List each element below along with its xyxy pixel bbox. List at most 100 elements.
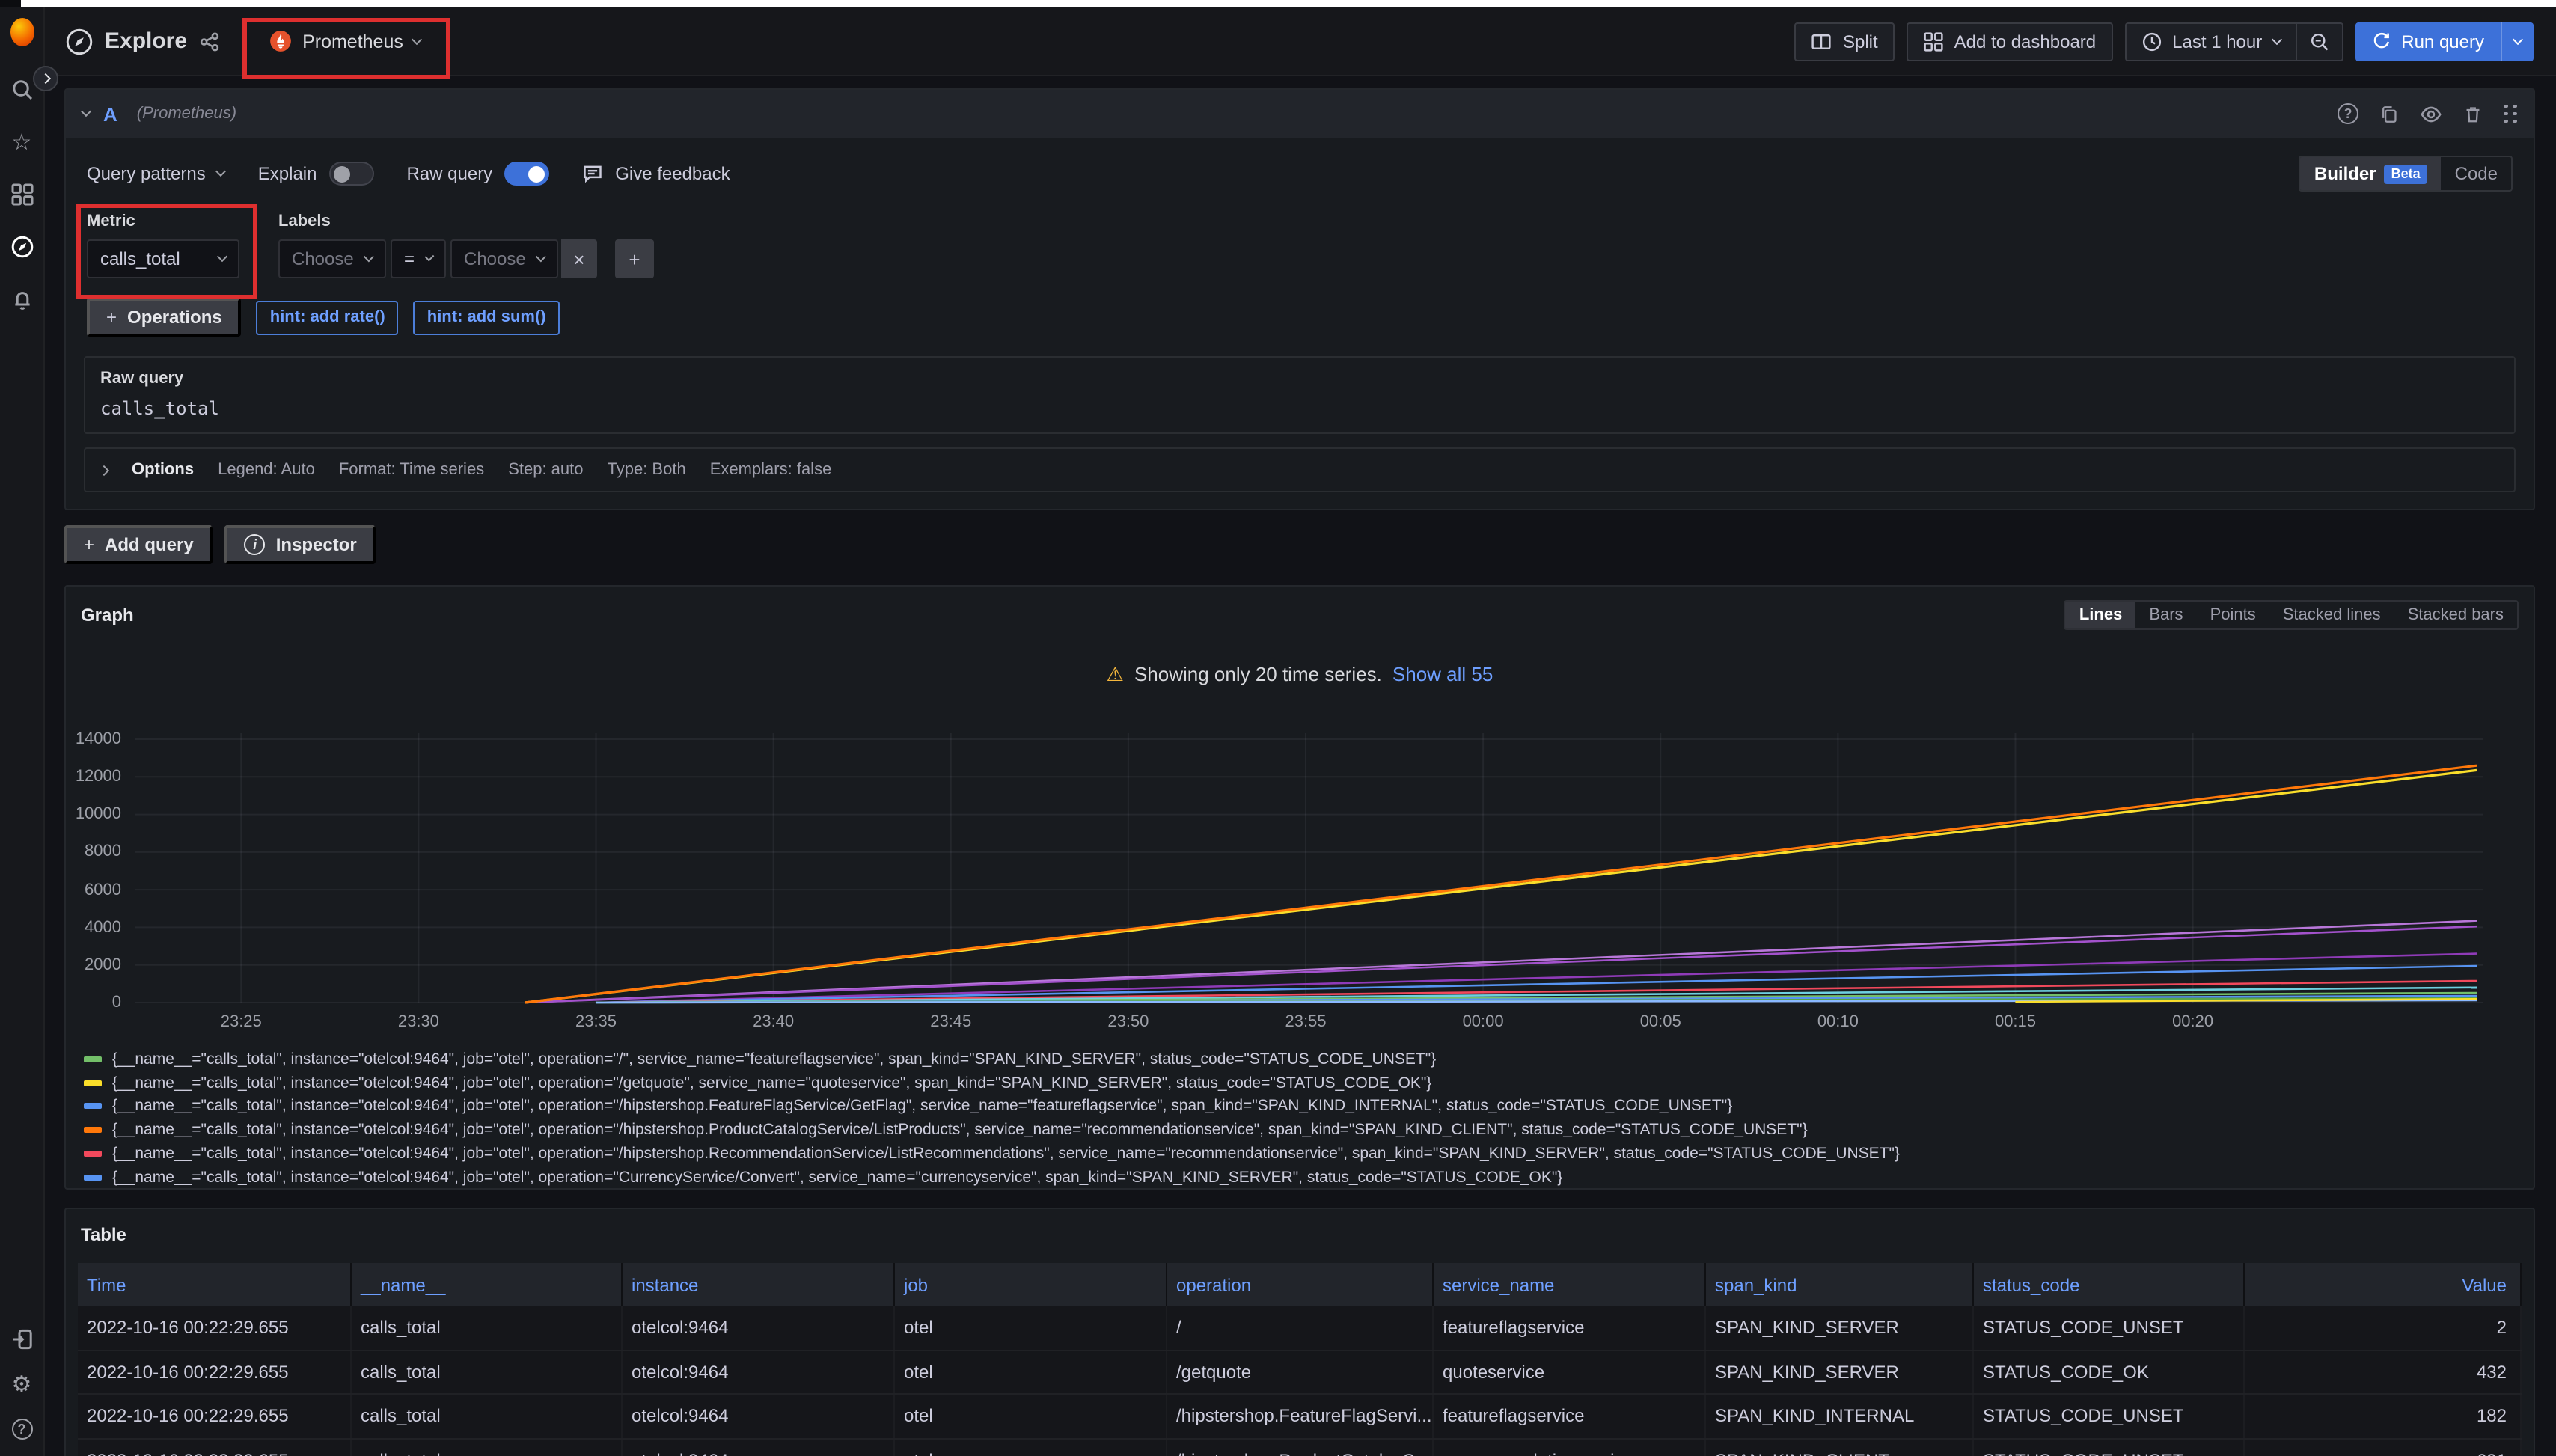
close-icon: × bbox=[573, 248, 584, 270]
explore-content: A (Prometheus) ? Quer bbox=[45, 76, 2556, 1456]
legend-row[interactable]: {__name__="calls_total", instance="otelc… bbox=[84, 1119, 2531, 1143]
table-column-header[interactable]: service_name bbox=[1434, 1263, 1706, 1306]
graph-mode-lines[interactable]: Lines bbox=[2066, 602, 2135, 628]
table-column-header[interactable]: Value bbox=[2245, 1263, 2522, 1306]
x-axis-tick-label: 00:00 bbox=[1438, 1013, 1528, 1031]
table-cell: SPAN_KIND_SERVER bbox=[1706, 1351, 1974, 1393]
legend-row[interactable]: {__name__="calls_total", instance="otelc… bbox=[84, 1166, 2531, 1190]
graph-mode-stacked-bars[interactable]: Stacked bars bbox=[2394, 602, 2517, 628]
table-column-header[interactable]: instance bbox=[623, 1263, 895, 1306]
builder-code-toggle: Builder Beta Code bbox=[2299, 156, 2513, 192]
y-axis-tick-label: 10000 bbox=[72, 806, 121, 824]
add-operation-button[interactable]: + Operations bbox=[87, 298, 242, 337]
query-options-row[interactable]: Options Legend: Auto Format: Time series… bbox=[84, 447, 2516, 492]
search-icon[interactable] bbox=[10, 78, 34, 102]
y-axis-tick-label: 6000 bbox=[72, 881, 121, 899]
duplicate-query-icon[interactable] bbox=[2379, 104, 2399, 123]
option-legend: Legend: Auto bbox=[218, 461, 315, 479]
add-label-button[interactable]: + bbox=[615, 239, 654, 278]
table-column-header[interactable]: Time bbox=[78, 1263, 352, 1306]
table-cell: SPAN_KIND_CLIENT bbox=[1706, 1439, 1974, 1456]
raw-query-text: calls_total bbox=[100, 398, 2499, 419]
datasource-picker[interactable]: Prometheus bbox=[256, 22, 435, 60]
table-cell: 2 bbox=[2245, 1306, 2522, 1349]
starred-icon[interactable]: ☆ bbox=[10, 130, 34, 154]
code-tab[interactable]: Code bbox=[2442, 157, 2511, 190]
graph-mode-buttons: LinesBarsPointsStacked linesStacked bars bbox=[2064, 600, 2519, 630]
query-editor-card: A (Prometheus) ? Quer bbox=[64, 88, 2535, 510]
table-cell: 2022-10-16 00:22:29.655 bbox=[78, 1306, 352, 1349]
sign-in-icon[interactable] bbox=[10, 1327, 34, 1351]
builder-tab[interactable]: Builder Beta bbox=[2301, 157, 2442, 190]
explore-icon[interactable] bbox=[10, 235, 34, 259]
chart-series bbox=[525, 765, 2477, 1003]
table-column-header[interactable]: __name__ bbox=[352, 1263, 623, 1306]
table-cell: otel bbox=[895, 1306, 1167, 1349]
add-query-button[interactable]: + Add query bbox=[64, 525, 213, 564]
table-column-header[interactable]: job bbox=[895, 1263, 1167, 1306]
sidebar-expand-button[interactable] bbox=[33, 66, 58, 91]
datasource-name: Prometheus bbox=[302, 31, 403, 52]
graph-mode-stacked-lines[interactable]: Stacked lines bbox=[2269, 602, 2394, 628]
help-icon[interactable]: ? bbox=[10, 1417, 34, 1441]
table-cell: calls_total bbox=[352, 1439, 623, 1456]
grafana-logo[interactable] bbox=[10, 19, 34, 43]
zoom-out-time-button[interactable] bbox=[2296, 22, 2343, 61]
time-range-picker[interactable]: Last 1 hour bbox=[2124, 22, 2296, 61]
table-panel-title: Table bbox=[66, 1209, 2534, 1263]
table-header-row: Time__name__instancejoboperationservice_… bbox=[78, 1263, 2522, 1306]
x-axis-tick-label: 23:30 bbox=[373, 1013, 463, 1031]
collapse-chevron-icon[interactable] bbox=[81, 106, 91, 117]
table-cell: 621 bbox=[2245, 1439, 2522, 1456]
dashboards-icon[interactable] bbox=[10, 183, 34, 207]
metric-label: Metric bbox=[87, 212, 239, 230]
table-cell: calls_total bbox=[352, 1306, 623, 1349]
label-operator-select[interactable]: = bbox=[391, 239, 446, 278]
table-cell: /hipstershop.FeatureFlagServi... bbox=[1167, 1395, 1434, 1437]
drag-handle-icon[interactable] bbox=[2504, 105, 2517, 123]
run-query-dropdown[interactable] bbox=[2501, 22, 2534, 61]
split-button[interactable]: Split bbox=[1795, 22, 1895, 61]
remove-label-button[interactable]: × bbox=[561, 239, 597, 278]
graph-mode-bars[interactable]: Bars bbox=[2135, 602, 2196, 628]
legend-row[interactable]: {__name__="calls_total", instance="otelc… bbox=[84, 1142, 2531, 1166]
settings-gear-icon[interactable]: ⚙ bbox=[10, 1372, 34, 1396]
hint-add-rate-button[interactable]: hint: add rate() bbox=[257, 300, 399, 334]
x-axis-tick-label: 23:40 bbox=[729, 1013, 819, 1031]
give-feedback-link[interactable]: Give feedback bbox=[582, 163, 730, 184]
explain-toggle[interactable] bbox=[328, 162, 373, 186]
query-help-icon[interactable]: ? bbox=[2338, 103, 2358, 124]
run-query-button[interactable]: Run query bbox=[2355, 22, 2534, 61]
show-all-series-link[interactable]: Show all 55 bbox=[1392, 663, 1493, 685]
explore-title-group: Explore bbox=[66, 28, 220, 55]
chart[interactable]: 0200040006000800010000120001400023:2523:… bbox=[72, 694, 2525, 1039]
hide-query-eye-icon[interactable] bbox=[2420, 103, 2442, 125]
operations-row: + Operations hint: add rate() hint: add … bbox=[84, 278, 2516, 355]
table-column-header[interactable]: status_code bbox=[1974, 1263, 2245, 1306]
table-column-header[interactable]: operation bbox=[1167, 1263, 1434, 1306]
table-column-header[interactable]: span_kind bbox=[1706, 1263, 1974, 1306]
alerting-icon[interactable] bbox=[10, 287, 34, 311]
x-axis-tick-label: 23:25 bbox=[196, 1013, 286, 1031]
raw-query-toggle[interactable] bbox=[504, 162, 549, 186]
inspector-button[interactable]: i Inspector bbox=[225, 525, 376, 564]
query-row-header[interactable]: A (Prometheus) ? bbox=[66, 90, 2534, 138]
delete-query-trash-icon[interactable] bbox=[2463, 104, 2483, 123]
warning-icon: ⚠ bbox=[1107, 664, 1124, 684]
table-cell: calls_total bbox=[352, 1395, 623, 1437]
legend-row[interactable]: {__name__="calls_total", instance="otelc… bbox=[84, 1047, 2531, 1071]
table-cell: otel bbox=[895, 1439, 1167, 1456]
graph-mode-points[interactable]: Points bbox=[2197, 602, 2269, 628]
table-cell: calls_total bbox=[352, 1351, 623, 1393]
hint-add-sum-button[interactable]: hint: add sum() bbox=[414, 300, 560, 334]
legend-row[interactable]: {__name__="calls_total", instance="otelc… bbox=[84, 1071, 2531, 1095]
table-cell: / bbox=[1167, 1306, 1434, 1349]
label-name-select[interactable]: Choose bbox=[278, 239, 386, 278]
label-value-select[interactable]: Choose bbox=[450, 239, 558, 278]
metric-select[interactable]: calls_total bbox=[87, 239, 239, 278]
share-icon[interactable] bbox=[199, 31, 220, 52]
table-cell: 182 bbox=[2245, 1395, 2522, 1437]
add-to-dashboard-button[interactable]: Add to dashboard bbox=[1907, 22, 2113, 61]
query-patterns-dropdown[interactable]: Query patterns bbox=[87, 163, 225, 184]
legend-row[interactable]: {__name__="calls_total", instance="otelc… bbox=[84, 1095, 2531, 1119]
